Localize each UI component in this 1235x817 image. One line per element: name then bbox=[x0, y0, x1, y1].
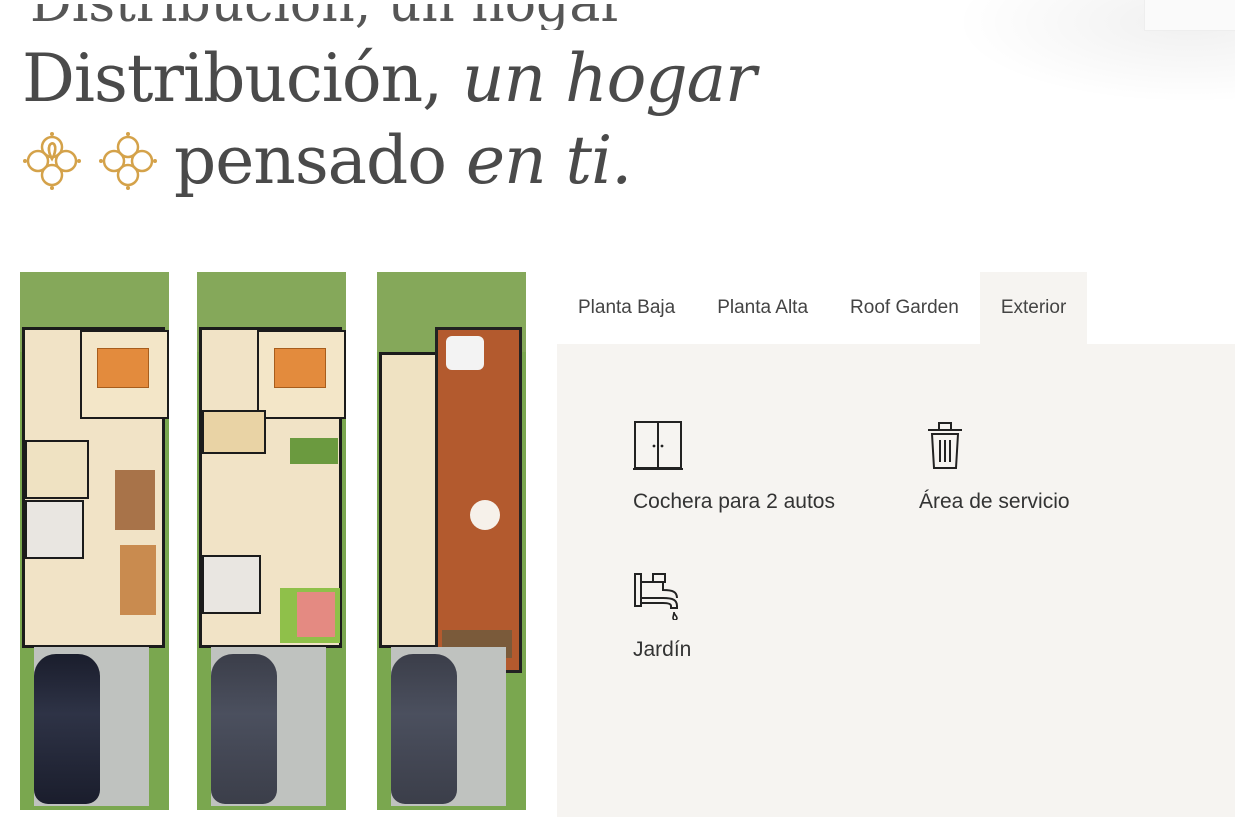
headline-italic-2: en ti. bbox=[466, 122, 632, 199]
tab-planta-alta[interactable]: Planta Alta bbox=[696, 272, 829, 344]
trash-bin-icon bbox=[928, 422, 962, 469]
feature-service-area: Área de servicio bbox=[919, 420, 1070, 514]
car-image bbox=[34, 654, 100, 804]
feature-garden: Jardín bbox=[633, 570, 691, 662]
feature-label: Cochera para 2 autos bbox=[633, 490, 835, 513]
flower-icon bbox=[23, 132, 81, 190]
headline-line-2: pensado en ti. bbox=[22, 120, 756, 202]
ghost-title: Distribución, un hogar bbox=[30, 0, 626, 30]
tab-panel-exterior: Cochera para 2 autos Área de servicio Ja… bbox=[557, 344, 1235, 817]
headline-line-1: Distribución, un hogar bbox=[22, 38, 757, 120]
car-image bbox=[391, 654, 457, 804]
headline-plain-1: Distribución, bbox=[22, 40, 443, 117]
tab-exterior[interactable]: Exterior bbox=[979, 272, 1088, 344]
top-corner-box bbox=[1144, 0, 1235, 31]
car-image bbox=[211, 654, 277, 804]
feature-label: Área de servicio bbox=[919, 490, 1070, 513]
floor-plan-roof bbox=[377, 272, 526, 810]
floor-plan-ground bbox=[20, 272, 169, 810]
tab-roof-garden[interactable]: Roof Garden bbox=[829, 272, 980, 344]
flower-icon bbox=[99, 132, 157, 190]
garage-door-icon bbox=[633, 421, 683, 470]
faucet-icon bbox=[634, 573, 678, 620]
feature-label: Jardín bbox=[633, 638, 692, 661]
page-title: Distribución, un hogar pensado en ti. bbox=[22, 38, 757, 202]
floor-plan-upper bbox=[197, 272, 346, 810]
headline-plain-2: pensado bbox=[174, 122, 447, 199]
tab-bar: Planta Baja Planta Alta Roof Garden Exte… bbox=[557, 272, 1088, 344]
headline-italic-1: un hogar bbox=[462, 40, 756, 117]
tab-planta-baja[interactable]: Planta Baja bbox=[557, 272, 696, 344]
feature-garage: Cochera para 2 autos bbox=[633, 420, 835, 514]
